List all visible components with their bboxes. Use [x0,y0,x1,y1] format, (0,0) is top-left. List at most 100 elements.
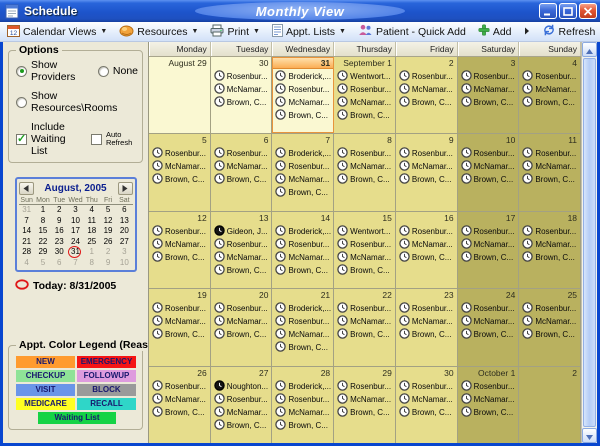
appointment-entry[interactable]: Brown, C... [275,341,333,354]
minimize-button[interactable] [539,3,557,19]
toolbar-button-refresh[interactable]: Refresh [537,23,600,41]
toolbar-button-resources[interactable]: Resources▼ [114,23,203,41]
appointment-entry[interactable]: Rosenbur... [399,70,457,83]
mini-calendar-date[interactable]: 31 [19,205,35,216]
day-cell[interactable]: 13Gideon, J...Rosenbur...McNamar...Brown… [211,212,273,288]
appointment-entry[interactable]: Rosenbur... [275,238,333,251]
day-cell[interactable]: 16Rosenbur...McNamar...Brown, C... [396,212,458,288]
appointment-entry[interactable]: McNamar... [337,315,395,328]
appointment-entry[interactable]: Brown, C... [275,109,333,122]
none-radio[interactable] [98,66,109,77]
appointment-entry[interactable]: Brown, C... [337,173,395,186]
appointment-entry[interactable]: Rosenbur... [214,302,272,315]
appointment-entry[interactable]: Broderick,... [275,70,333,83]
show-resources-radio[interactable] [16,97,27,108]
scrollbar-thumb[interactable] [583,58,596,427]
appointment-entry[interactable]: McNamar... [214,83,272,96]
appointment-entry[interactable]: McNamar... [461,238,519,251]
appointment-entry[interactable]: McNamar... [337,160,395,173]
day-cell[interactable]: 23Rosenbur...McNamar...Brown, C... [396,289,458,365]
appointment-entry[interactable]: Brown, C... [275,264,333,277]
mini-calendar-date[interactable]: 3 [116,247,132,258]
mini-calendar-today-date[interactable]: 31 [67,247,83,258]
day-cell[interactable]: 27Noughton...Rosenbur...McNamar...Brown,… [211,367,273,443]
day-cell[interactable]: 19Rosenbur...McNamar...Brown, C... [149,289,211,365]
appointment-entry[interactable]: Rosenbur... [214,147,272,160]
appointment-entry[interactable]: Rosenbur... [461,225,519,238]
appointment-entry[interactable]: Rosenbur... [152,302,210,315]
appointment-entry[interactable]: Brown, C... [522,96,580,109]
mini-calendar-date[interactable]: 21 [19,237,35,248]
appointment-entry[interactable]: Rosenbur... [214,393,272,406]
appointment-entry[interactable]: Rosenbur... [152,147,210,160]
appointment-entry[interactable]: McNamar... [522,315,580,328]
mini-calendar-date[interactable]: 9 [100,258,116,269]
appointment-entry[interactable]: Brown, C... [522,173,580,186]
appointment-entry[interactable]: McNamar... [461,83,519,96]
appointment-entry[interactable]: McNamar... [214,251,272,264]
appointment-entry[interactable]: Brown, C... [275,419,333,432]
appointment-entry[interactable]: Brown, C... [152,251,210,264]
appointment-entry[interactable]: Brown, C... [214,419,272,432]
day-cell[interactable]: 12Rosenbur...McNamar...Brown, C... [149,212,211,288]
appointment-entry[interactable]: McNamar... [399,315,457,328]
day-cell-today[interactable]: 31Broderick,...Rosenbur...McNamar...Brow… [272,57,334,133]
appointment-entry[interactable]: Rosenbur... [522,70,580,83]
appointment-entry[interactable]: Rosenbur... [337,238,395,251]
appointment-entry[interactable]: McNamar... [214,315,272,328]
appointment-entry[interactable]: Rosenbur... [399,147,457,160]
appointment-entry[interactable]: Brown, C... [214,96,272,109]
mini-calendar-date[interactable]: 9 [51,216,67,227]
mini-calendar-date[interactable]: 1 [35,205,51,216]
appointment-entry[interactable]: Brown, C... [337,264,395,277]
appointment-entry[interactable]: Brown, C... [214,173,272,186]
day-cell[interactable]: 2 [519,367,581,443]
toolbar-button-calendar-views[interactable]: 12Calendar Views▼ [2,23,112,41]
mini-calendar-date[interactable]: 5 [100,205,116,216]
appointment-entry[interactable]: Rosenbur... [275,83,333,96]
mini-calendar-date[interactable]: 27 [116,237,132,248]
appointment-entry[interactable]: McNamar... [275,96,333,109]
mini-calendar-date[interactable]: 19 [100,226,116,237]
mini-calendar-date[interactable]: 29 [35,247,51,258]
scroll-up-button[interactable] [582,42,597,57]
appointment-entry[interactable]: Rosenbur... [152,380,210,393]
appointment-entry[interactable]: Brown, C... [152,173,210,186]
appointment-entry[interactable]: Rosenbur... [399,225,457,238]
day-cell[interactable]: 7Broderick,...Rosenbur...McNamar...Brown… [272,134,334,210]
day-cell[interactable]: 15Wentwort...Rosenbur...McNamar...Brown,… [334,212,396,288]
appointment-entry[interactable]: Rosenbur... [275,160,333,173]
appointment-entry[interactable]: Broderick,... [275,380,333,393]
appointment-entry[interactable]: Brown, C... [214,328,272,341]
appointment-entry[interactable]: Brown, C... [461,328,519,341]
day-cell[interactable]: 8Rosenbur...McNamar...Brown, C... [334,134,396,210]
appointment-entry[interactable]: Rosenbur... [522,302,580,315]
appointment-entry[interactable]: Rosenbur... [461,70,519,83]
appointment-entry[interactable]: Rosenbur... [337,83,395,96]
appointment-entry[interactable]: Noughton... [214,380,272,393]
appointment-entry[interactable]: Broderick,... [275,225,333,238]
appointment-entry[interactable]: Rosenbur... [337,380,395,393]
scroll-down-button[interactable] [582,428,597,443]
appointment-entry[interactable]: McNamar... [461,393,519,406]
mini-calendar-date[interactable]: 7 [19,216,35,227]
appointment-entry[interactable]: Brown, C... [152,328,210,341]
day-cell[interactable]: August 29 [149,57,211,133]
appointment-entry[interactable]: Rosenbur... [337,302,395,315]
mini-calendar-date[interactable]: 1 [84,247,100,258]
appointment-entry[interactable]: McNamar... [337,251,395,264]
mini-calendar-date[interactable]: 28 [19,247,35,258]
mini-calendar-date[interactable]: 8 [84,258,100,269]
include-waiting-list-checkbox[interactable] [16,134,27,145]
mini-calendar-date[interactable]: 14 [19,226,35,237]
appointment-entry[interactable]: Rosenbur... [337,147,395,160]
appointment-entry[interactable]: McNamar... [275,406,333,419]
mini-calendar-date[interactable]: 8 [35,216,51,227]
day-cell[interactable]: 29Rosenbur...McNamar...Brown, C... [334,367,396,443]
day-cell[interactable]: 10Rosenbur...McNamar...Brown, C... [458,134,520,210]
appointment-entry[interactable]: Brown, C... [337,406,395,419]
day-cell[interactable]: 2Rosenbur...McNamar...Brown, C... [396,57,458,133]
mini-calendar-date[interactable]: 6 [51,258,67,269]
mini-calendar-date[interactable]: 10 [67,216,83,227]
appointment-entry[interactable]: McNamar... [522,83,580,96]
